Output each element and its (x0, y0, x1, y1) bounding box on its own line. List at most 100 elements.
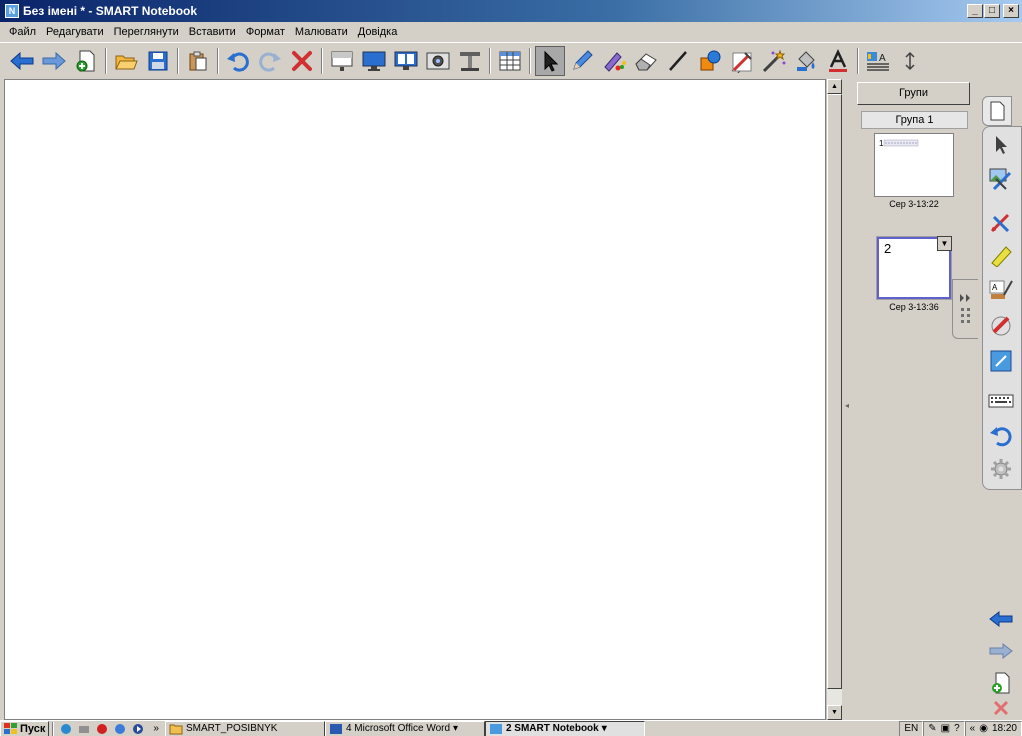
language-indicator[interactable]: EN (899, 721, 924, 736)
page-sorter-tab[interactable] (982, 96, 1012, 126)
quick-launch-opera-icon[interactable] (93, 722, 111, 736)
delete-x-icon (993, 700, 1009, 716)
close-button[interactable]: × (1003, 4, 1019, 18)
vertical-scrollbar[interactable]: ▲ ▼ (826, 79, 842, 720)
delete-page-button[interactable] (986, 696, 1016, 720)
pen-tool-button[interactable] (567, 46, 597, 76)
select-tool-button[interactable] (535, 45, 565, 76)
page-menu-dropdown-button[interactable]: ▼ (937, 236, 952, 251)
menu-file[interactable]: Файл (4, 26, 41, 38)
main-toolbar: A (0, 42, 1022, 78)
eraser-button[interactable] (631, 46, 661, 76)
forward-arrow-icon (42, 51, 66, 70)
notification-area: « ◉ 18:20 (964, 721, 1022, 736)
highlighter-tab[interactable] (986, 240, 1016, 270)
notebook-app-icon (489, 723, 502, 734)
highlighter-icon (991, 246, 1012, 267)
notebook-tab[interactable] (986, 346, 1016, 376)
chevron-down-icon: ▾ (601, 723, 607, 734)
scrollbar-thumb[interactable] (827, 94, 842, 689)
svg-text:1: 1 (879, 139, 884, 148)
text-tool-button[interactable] (823, 46, 853, 76)
menu-help[interactable]: Довідка (353, 26, 403, 38)
text-a-icon (829, 48, 847, 72)
undo-tab[interactable] (986, 420, 1016, 450)
scroll-up-arrow[interactable]: ▲ (827, 79, 842, 94)
menu-view[interactable]: Переглянути (109, 26, 184, 38)
smart-notebook-app-icon[interactable]: N (5, 4, 19, 18)
maximize-button[interactable]: □ (984, 4, 1000, 18)
fill-bucket-icon (797, 50, 815, 71)
shapes-tool-button[interactable] (695, 46, 725, 76)
redo-button[interactable] (255, 46, 285, 76)
menu-draw[interactable]: Малювати (290, 26, 353, 38)
task-smart-notebook[interactable]: 2 SMART Notebook ▾ (484, 721, 645, 736)
full-screen-button[interactable] (359, 46, 389, 76)
clock[interactable]: 18:20 (992, 723, 1017, 734)
attachments-tab[interactable] (986, 206, 1016, 236)
properties-tab[interactable]: A (986, 274, 1016, 304)
quick-launch-network-icon[interactable] (75, 722, 93, 736)
auto-hide-tab[interactable] (952, 279, 980, 339)
wrench-icon[interactable]: ✎ (928, 723, 936, 734)
move-toolbar-button[interactable] (895, 46, 925, 76)
panel-splitter[interactable]: ◂ (842, 79, 852, 720)
dual-page-button[interactable] (391, 46, 421, 76)
start-button[interactable]: Пуск (0, 721, 50, 736)
delete-button[interactable] (287, 46, 317, 76)
task-folder[interactable]: SMART_POSIBNYK (164, 721, 325, 736)
taskbar-separator (52, 721, 55, 736)
properties-button[interactable]: A (863, 46, 893, 76)
quick-launch-skype-icon[interactable] (57, 722, 75, 736)
screen-capture-button[interactable] (423, 46, 453, 76)
group-header[interactable]: Група 1 (861, 111, 968, 129)
opera-tray-icon[interactable]: ◉ (979, 723, 988, 734)
scroll-down-arrow[interactable]: ▼ (827, 705, 842, 720)
help-icon[interactable]: ? (954, 723, 960, 734)
whiteboard-canvas[interactable] (4, 79, 826, 720)
back-arrow-button[interactable] (7, 46, 37, 76)
tray-app-icon[interactable]: ▣ (941, 723, 950, 734)
dual-page-display-icon (394, 51, 418, 70)
minimize-button[interactable]: _ (967, 4, 983, 18)
creative-pen-button[interactable] (599, 46, 629, 76)
menu-insert[interactable]: Вставити (184, 26, 241, 38)
settings-tab[interactable] (986, 454, 1016, 484)
add-page-button[interactable] (71, 46, 101, 76)
magic-wand-button[interactable] (759, 46, 789, 76)
forward-arrow-icon (989, 642, 1013, 660)
add-page-side-button[interactable] (986, 668, 1016, 698)
undo-button[interactable] (223, 46, 253, 76)
show-hidden-icons-button[interactable]: « (970, 723, 976, 734)
keyboard-tab[interactable] (986, 386, 1016, 416)
groups-button[interactable]: Групи (857, 82, 970, 105)
forward-arrow-button[interactable] (39, 46, 69, 76)
paste-button[interactable] (183, 46, 213, 76)
menu-format[interactable]: Формат (241, 26, 290, 38)
magic-pen-button[interactable] (727, 46, 757, 76)
page-sorter-panel: Групи Група 1 1 Сер 3-13:22 2 Сер 3-13:3… (852, 79, 978, 720)
quick-launch-media-icon[interactable] (129, 722, 147, 736)
properties-brush-icon: A (989, 280, 1013, 299)
next-page-button[interactable] (986, 636, 1016, 666)
task-word[interactable]: 4 Microsoft Office Word ▾ (324, 721, 485, 736)
menu-edit[interactable]: Редагувати (41, 26, 109, 38)
fill-tool-button[interactable] (791, 46, 821, 76)
previous-page-button[interactable] (986, 604, 1016, 634)
open-button[interactable] (111, 46, 141, 76)
document-camera-icon (460, 51, 480, 71)
gallery-tab[interactable] (986, 164, 1016, 194)
screen-shade-button[interactable] (327, 46, 357, 76)
save-button[interactable] (143, 46, 173, 76)
folder-icon (169, 724, 183, 734)
document-camera-button[interactable] (455, 46, 485, 76)
quick-launch-more[interactable]: » (147, 723, 165, 734)
system-tray-icons: ✎ ▣ ? (923, 721, 965, 736)
quick-launch-ie-icon[interactable] (111, 722, 129, 736)
table-button[interactable] (495, 46, 525, 76)
line-tool-button[interactable] (663, 46, 693, 76)
select-tab[interactable] (986, 130, 1016, 160)
magic-pen-icon (731, 51, 752, 73)
page-thumbnail-1[interactable]: 1 (874, 133, 954, 197)
eraser-tab[interactable] (986, 310, 1016, 340)
